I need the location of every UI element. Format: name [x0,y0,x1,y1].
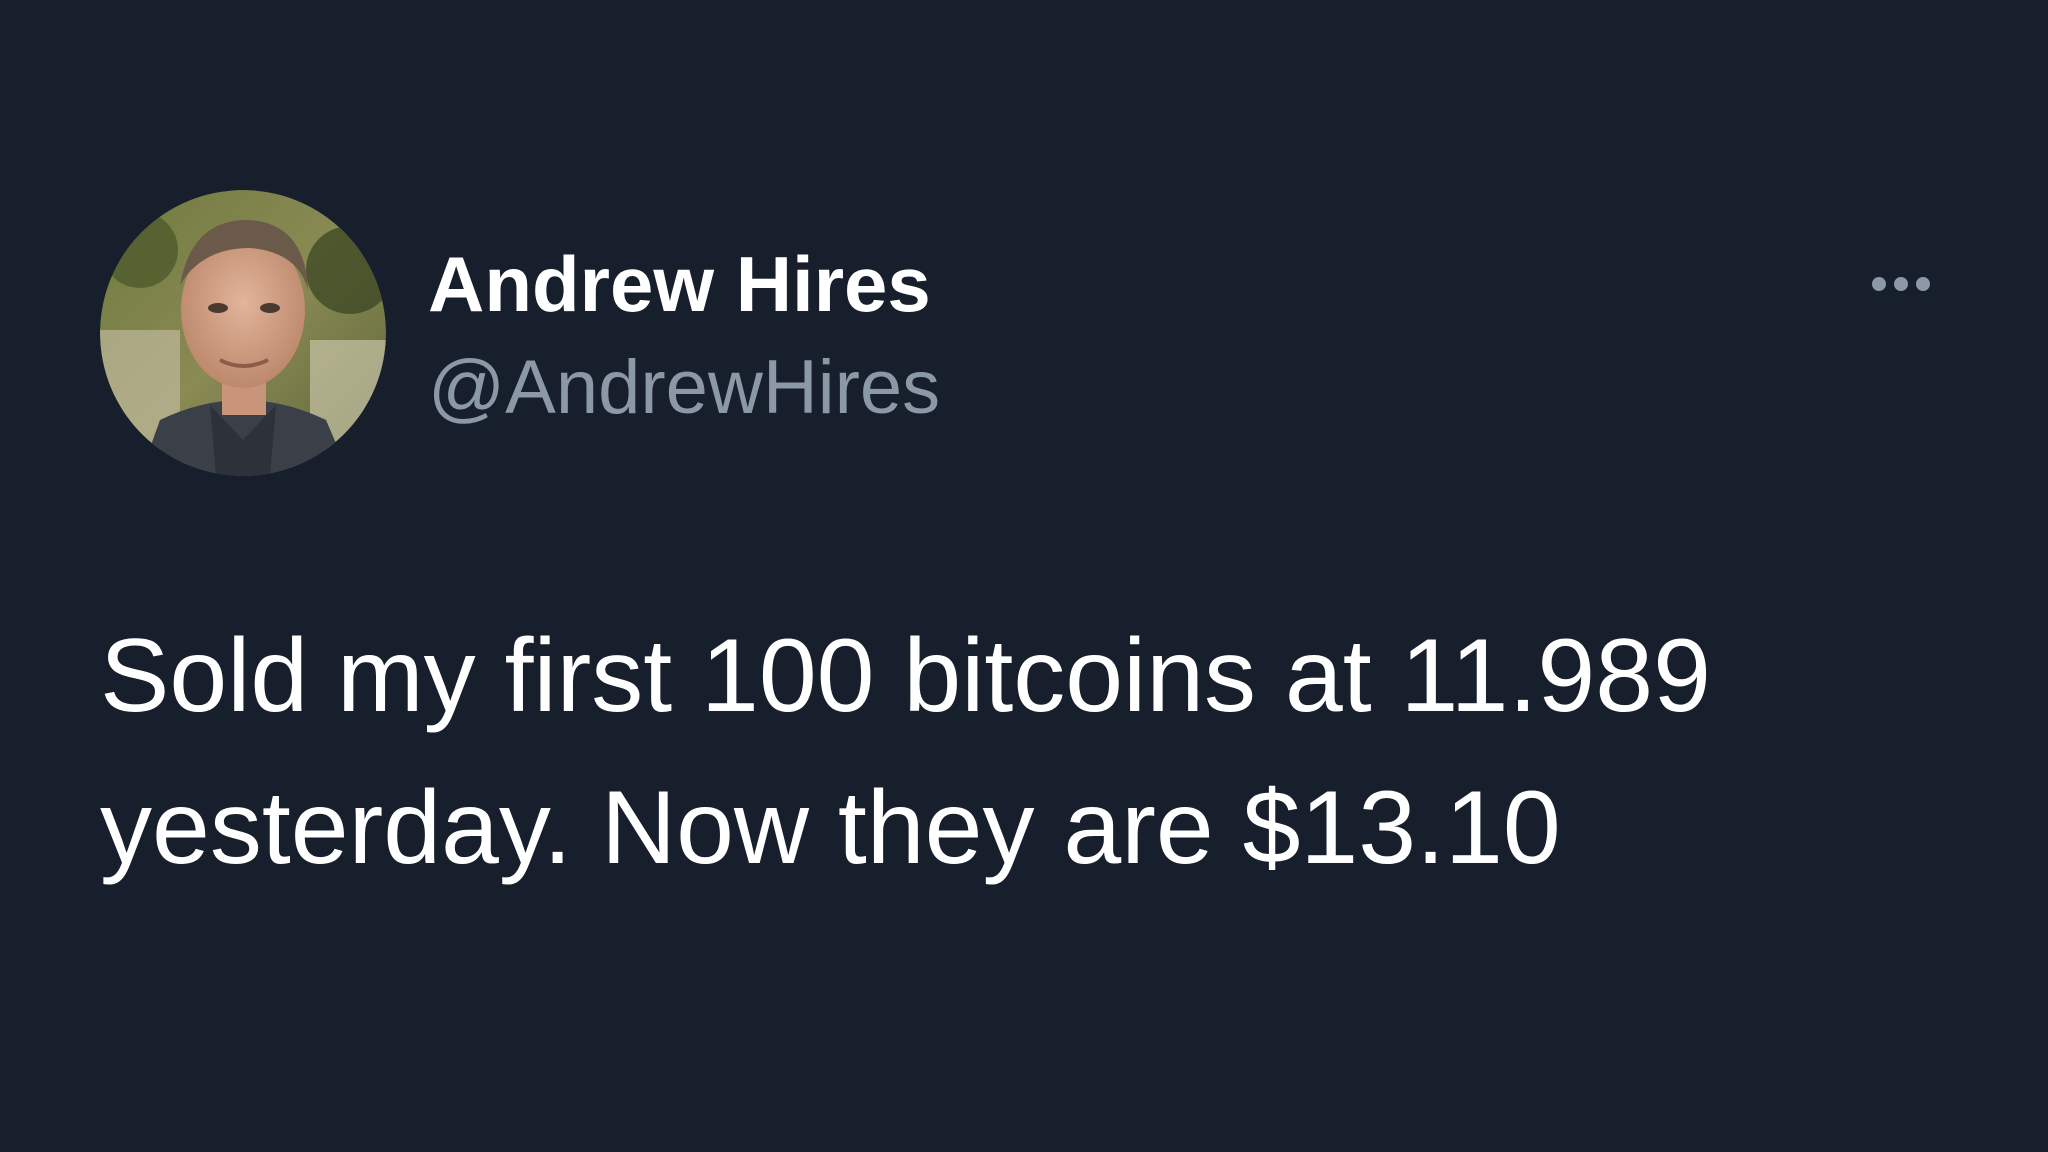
avatar[interactable] [100,190,386,476]
ellipsis-icon [1894,277,1908,291]
ellipsis-icon [1872,277,1886,291]
author-display-name[interactable]: Andrew Hires [428,236,931,332]
more-options-button[interactable] [1858,264,1944,304]
tweet-text-line-1: Sold my first 100 bitcoins at 11.989 [100,618,1711,734]
tweet-text: Sold my first 100 bitcoins at 11.989 yes… [100,600,1980,904]
tweet-text-line-2: yesterday. Now they are $13.10 [100,770,1561,886]
ellipsis-icon [1916,277,1930,291]
author-handle[interactable]: @AndrewHires [428,340,940,436]
tweet-card: Andrew Hires @AndrewHires Sold my first … [0,0,2048,1152]
